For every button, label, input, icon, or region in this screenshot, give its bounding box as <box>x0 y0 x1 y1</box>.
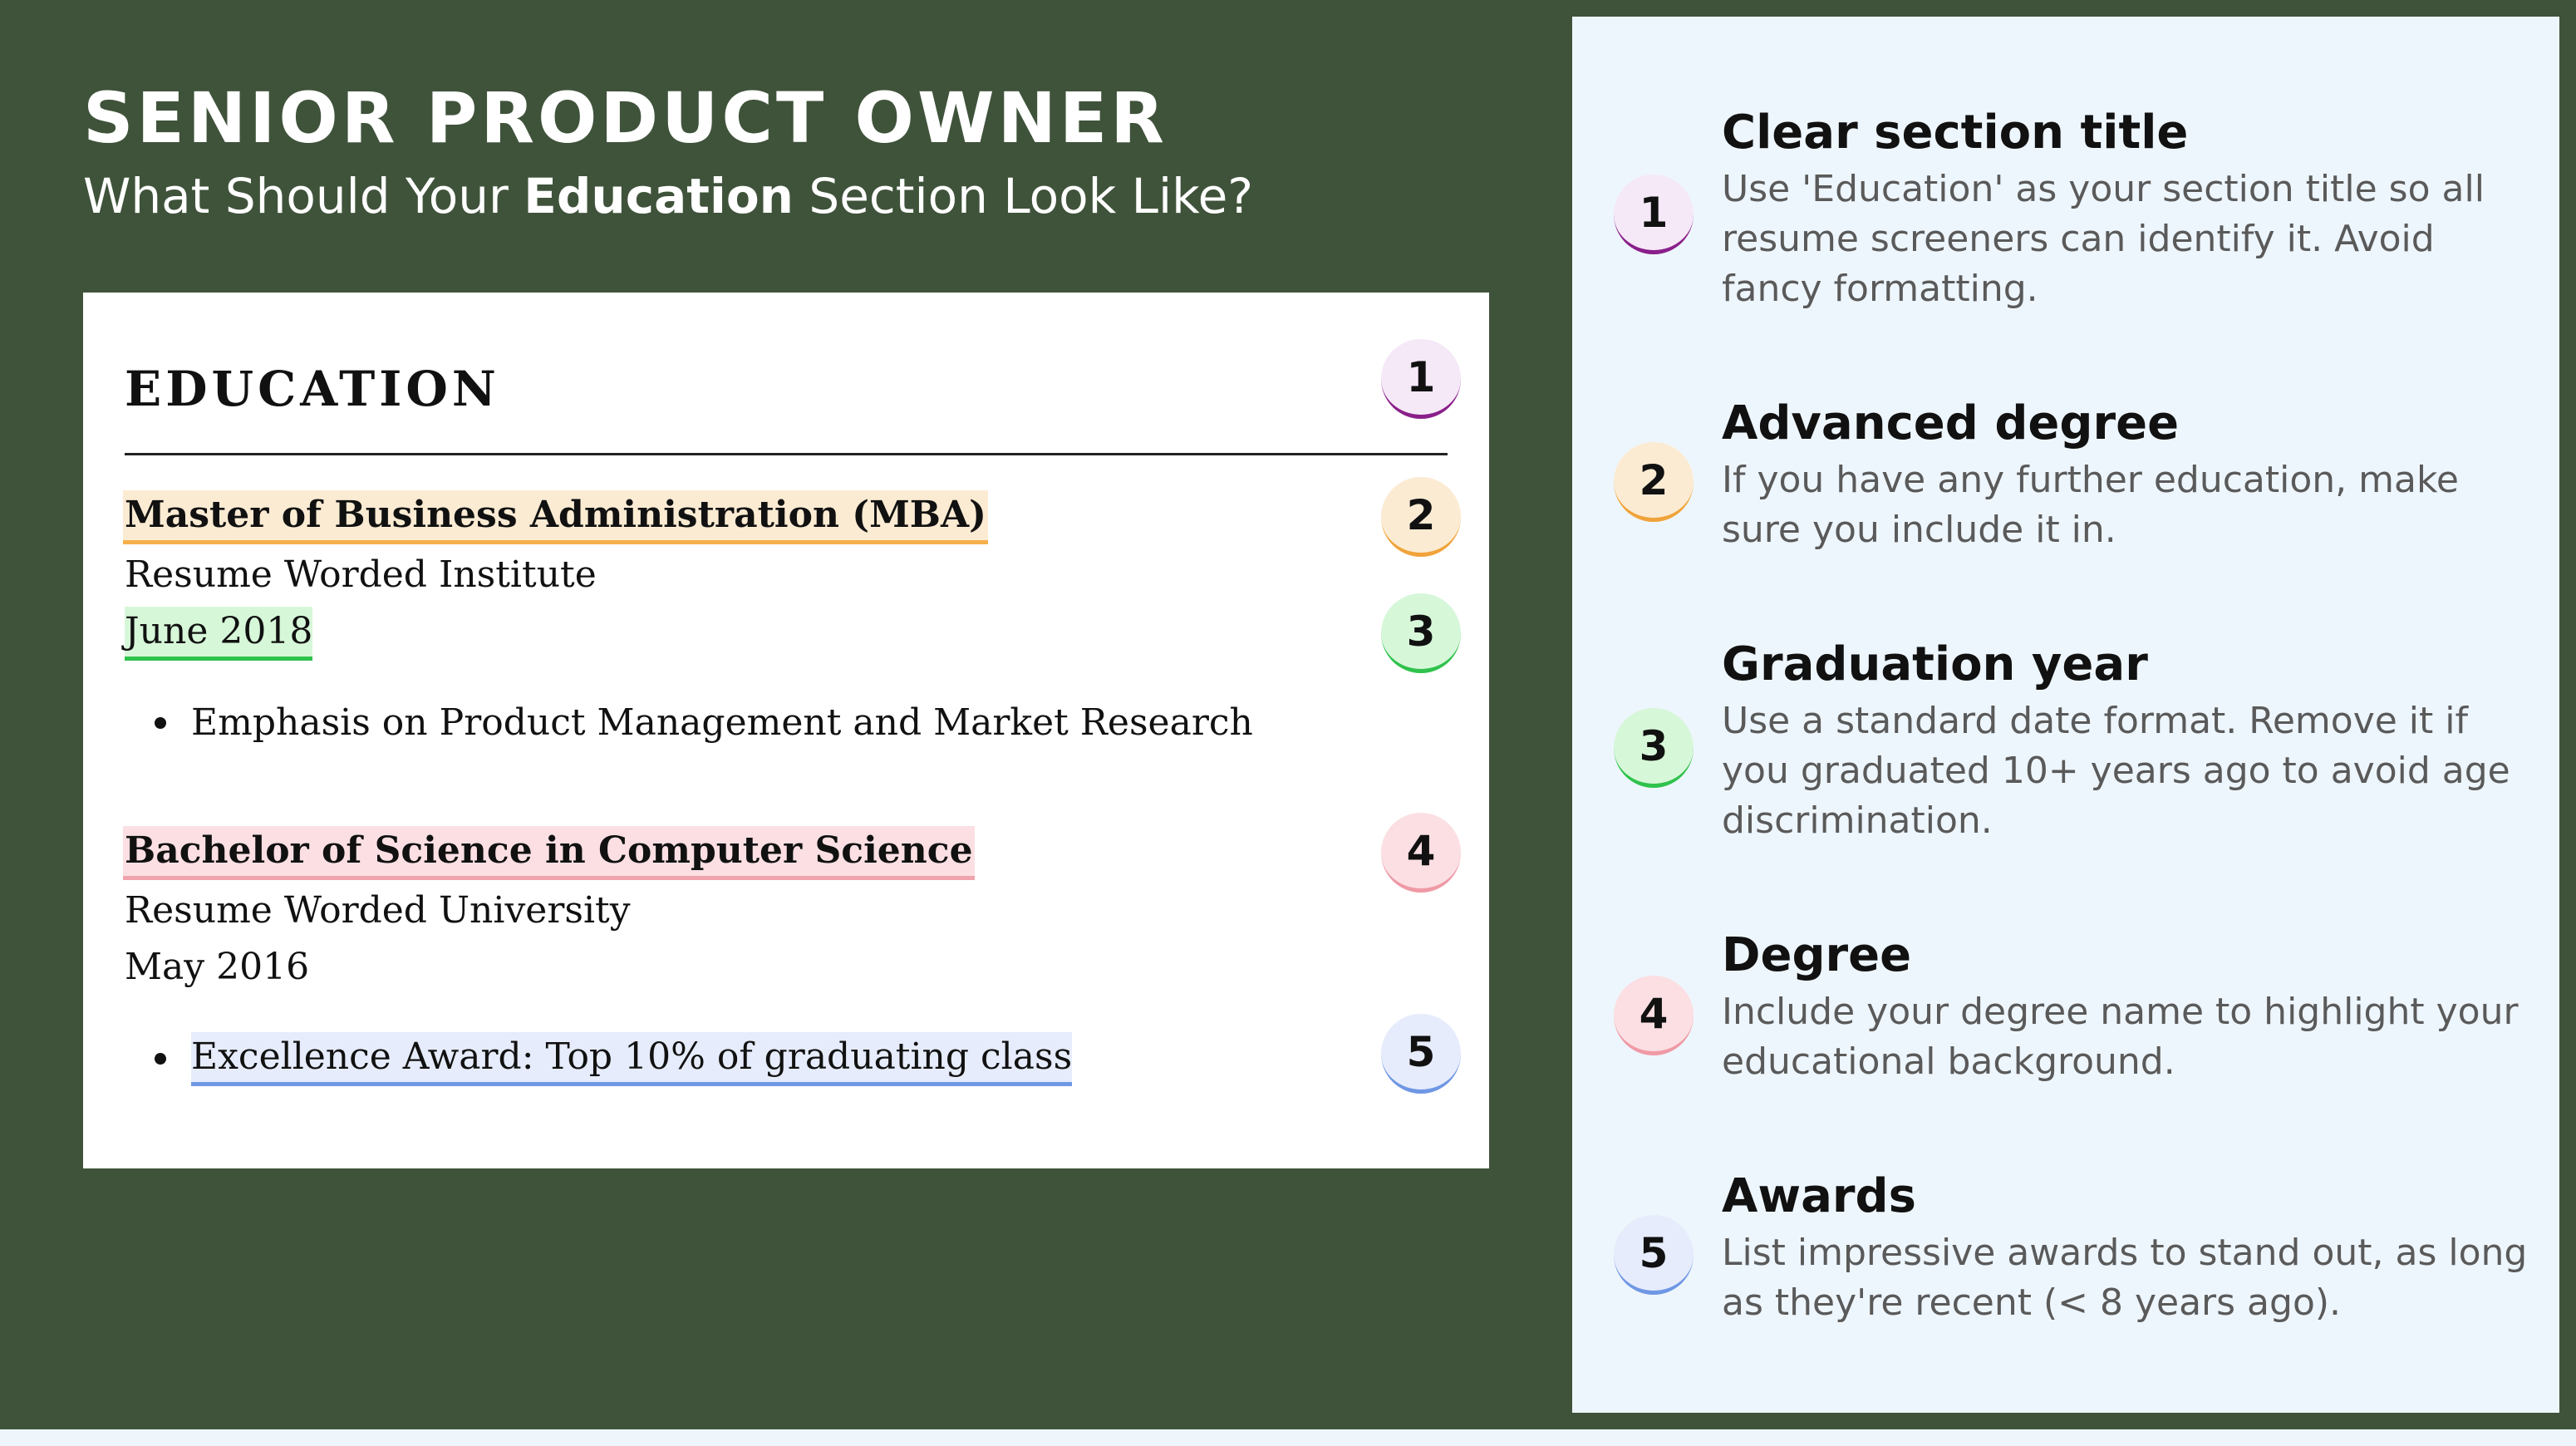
bullet-dot <box>155 1053 166 1065</box>
tips-panel: 1 Clear section title Use 'Education' as… <box>1572 17 2559 1413</box>
tip-badge-3: 3 <box>1614 708 1694 788</box>
badge-5: 5 <box>1381 1014 1461 1094</box>
subtitle-start: What Should Your <box>83 168 524 224</box>
tip-title: Advanced degree <box>1722 396 2180 450</box>
award-bullet-text: Excellence Award: Top 10% of graduating … <box>191 1032 1073 1086</box>
page-title: SENIOR PRODUCT OWNER <box>83 77 1168 159</box>
tip-badge-1: 1 <box>1614 175 1694 254</box>
badge-1: 1 <box>1381 339 1461 419</box>
badge-3: 3 <box>1381 593 1461 673</box>
institution-name: Resume Worded University <box>125 889 631 932</box>
tip-title: Awards <box>1722 1169 1916 1223</box>
subtitle-emphasis: Education <box>524 168 794 224</box>
page-subtitle: What Should Your Education Section Look … <box>83 163 1253 229</box>
graduation-date: June 2018 <box>125 607 313 661</box>
graduation-date: May 2016 <box>125 946 310 988</box>
bullet-text: Emphasis on Product Management and Marke… <box>191 701 1253 744</box>
tip-badge-2: 2 <box>1614 442 1694 522</box>
tip-title: Clear section title <box>1722 106 2189 160</box>
degree-title-bachelor: Bachelor of Science in Computer Science <box>123 826 975 880</box>
institution-name: Resume Worded Institute <box>125 553 597 596</box>
tip-description: Use 'Education' as your section title so… <box>1722 168 2485 310</box>
tip-description: List impressive awards to stand out, as … <box>1722 1232 2528 1324</box>
tip-description: If you have any further education, make … <box>1722 459 2459 551</box>
education-heading: EDUCATION <box>125 361 500 417</box>
badge-4: 4 <box>1381 813 1461 893</box>
tip-description: Use a standard date format. Remove it if… <box>1722 700 2510 842</box>
badge-2: 2 <box>1381 477 1461 557</box>
section-divider <box>125 453 1448 455</box>
subtitle-end: Section Look Like? <box>793 168 1254 224</box>
tip-title: Graduation year <box>1722 637 2148 691</box>
bullet-dot <box>155 717 166 729</box>
degree-title-mba: Master of Business Administration (MBA) <box>123 490 988 544</box>
tip-title: Degree <box>1722 928 1912 982</box>
resume-education-card: EDUCATION 1 Master of Business Administr… <box>83 293 1489 1168</box>
tip-badge-4: 4 <box>1614 976 1694 1055</box>
tip-description: Include your degree name to highlight yo… <box>1722 991 2519 1083</box>
tip-badge-5: 5 <box>1614 1215 1694 1295</box>
